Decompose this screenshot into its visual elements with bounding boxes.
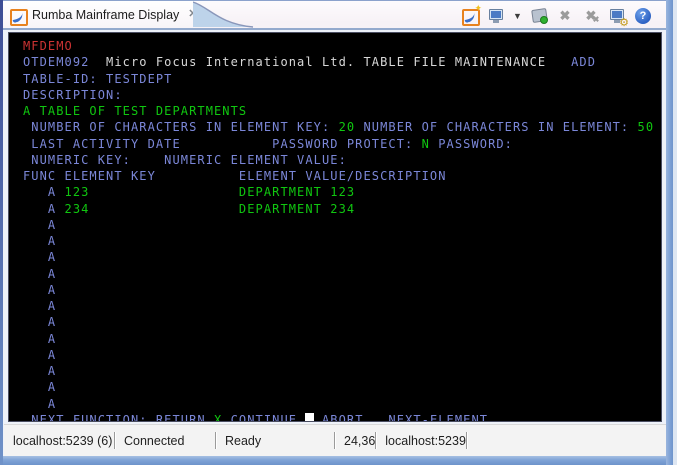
window-right-edge <box>673 0 677 465</box>
terminal-line: MFDEMO <box>23 38 661 54</box>
terminal-line: A <box>23 298 661 314</box>
window-bottom-border <box>0 456 677 465</box>
new-screen-icon[interactable]: ✦ <box>461 7 479 25</box>
status-segment: localhost:5239 (6) <box>4 425 114 456</box>
terminal-line: LAST ACTIVITY DATE PASSWORD PROTECT: N P… <box>23 136 661 152</box>
terminal-line: A <box>23 266 661 282</box>
terminal-line: NUMBER OF CHARACTERS IN ELEMENT KEY: 20 … <box>23 119 661 135</box>
terminal-line: TABLE-ID: TESTDEPT <box>23 71 661 87</box>
display-icon[interactable] <box>487 7 505 25</box>
mainframe-terminal-screen[interactable]: MFDEMOOTDEM092 Micro Focus International… <box>8 32 662 422</box>
terminal-line: A 123 DEPARTMENT 123 <box>23 184 661 200</box>
terminal-line: DESCRIPTION: <box>23 87 661 103</box>
terminal-line: A <box>23 217 661 233</box>
terminal-line: A <box>23 347 661 363</box>
terminal-line: A <box>23 396 661 412</box>
rumba-mainframe-display-view: Rumba Mainframe Display ✕ ✦ ▼ ✖ <box>0 0 677 465</box>
sparkle-glyph: ✦ <box>474 3 482 14</box>
rumba-app-icon <box>9 7 26 23</box>
connect-icon[interactable] <box>530 7 548 25</box>
disconnect-icon[interactable]: ✖ <box>556 7 574 25</box>
terminal-line: NEXT FUNCTION: RETURN X CONTINUE ABORT N… <box>23 412 661 422</box>
terminal-line: A <box>23 331 661 347</box>
tab-rumba-mainframe-display[interactable]: Rumba Mainframe Display ✕ <box>3 1 195 28</box>
status-segment: 24,36 <box>335 425 375 456</box>
terminal-line: A <box>23 379 661 395</box>
terminal-line: A <box>23 363 661 379</box>
terminal-line: A 234 DEPARTMENT 234 <box>23 201 661 217</box>
status-divider <box>466 432 467 449</box>
terminal-line: NUMERIC KEY: NUMERIC ELEMENT VALUE: <box>23 152 661 168</box>
terminal-line: A <box>23 249 661 265</box>
status-segment: localhost:5239 <box>376 425 466 456</box>
terminal-line: A <box>23 314 661 330</box>
view-toolbar: ✦ ▼ ✖ ✖ ✖ ⚙ ? <box>461 4 652 28</box>
terminal-line: OTDEM092 Micro Focus International Ltd. … <box>23 54 661 70</box>
terminal-line: A <box>23 233 661 249</box>
terminal-line: FUNC ELEMENT KEY ELEMENT VALUE/DESCRIPTI… <box>23 168 661 184</box>
terminal-line: A <box>23 282 661 298</box>
terminal-cursor <box>305 413 313 422</box>
gear-glyph: ⚙ <box>619 16 629 29</box>
display-dropdown-arrow[interactable]: ▼ <box>513 7 522 25</box>
status-bar: localhost:5239 (6)ConnectedReady24,36loc… <box>4 424 670 456</box>
status-segment: Connected <box>115 425 215 456</box>
status-segment: Ready <box>216 425 334 456</box>
window-right-border <box>666 0 673 465</box>
session-configuration-icon[interactable]: ⚙ <box>608 7 626 25</box>
tab-title: Rumba Mainframe Display <box>32 8 179 22</box>
terminal-line: A TABLE OF TEST DEPARTMENTS <box>23 103 661 119</box>
connected-dot <box>540 16 548 24</box>
tab-swoosh-decoration <box>193 1 259 28</box>
view-tab-strip: Rumba Mainframe Display ✕ ✦ ▼ ✖ <box>3 1 666 30</box>
help-icon[interactable]: ? <box>634 7 652 25</box>
disconnect-all-icon[interactable]: ✖ ✖ <box>582 7 600 25</box>
window-left-border <box>0 0 3 465</box>
